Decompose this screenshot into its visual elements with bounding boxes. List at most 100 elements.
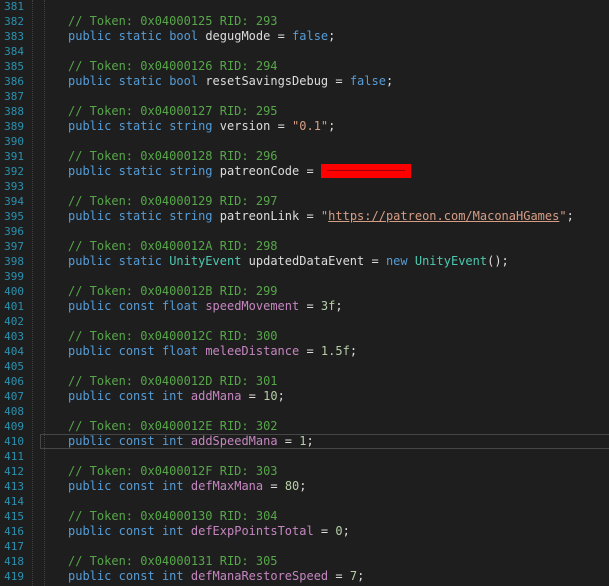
code-line[interactable]: 402: [0, 314, 609, 329]
code-line[interactable]: 381: [0, 0, 609, 14]
code-line[interactable]: 391 // Token: 0x04000128 RID: 296: [0, 149, 609, 164]
code-token: 7: [349, 569, 358, 583]
code-line[interactable]: 388 // Token: 0x04000127 RID: 295: [0, 104, 609, 119]
code-text[interactable]: public const int addMana = 10;: [68, 389, 285, 404]
code-text[interactable]: // Token: 0x04000126 RID: 294: [68, 59, 278, 74]
code-token: static: [118, 119, 162, 133]
code-line[interactable]: 418 // Token: 0x04000131 RID: 305: [0, 554, 609, 569]
code-text[interactable]: public const int defExpPointsTotal = 0;: [68, 524, 350, 539]
code-text[interactable]: // Token: 0x04000127 RID: 295: [68, 104, 278, 119]
code-text[interactable]: // Token: 0x0400012B RID: 299: [68, 284, 278, 299]
code-text[interactable]: // Token: 0x0400012C RID: 300: [68, 329, 278, 344]
code-text[interactable]: // Token: 0x04000129 RID: 297: [68, 194, 278, 209]
code-token: static: [118, 164, 162, 178]
code-line[interactable]: 408: [0, 404, 609, 419]
line-number: 415: [4, 510, 24, 523]
code-line[interactable]: 386 public static bool resetSavingsDebug …: [0, 74, 609, 89]
line-number: 400: [4, 285, 24, 298]
line-number: 402: [4, 315, 24, 328]
code-line[interactable]: 399: [0, 269, 609, 284]
line-number: 408: [4, 405, 24, 418]
code-text[interactable]: public const float meleeDistance = 1.5f;: [68, 344, 357, 359]
code-line[interactable]: 413 public const int defMaxMana = 80;: [0, 479, 609, 494]
code-editor[interactable]: 381 382 // Token: 0x04000125 RID: 293 383 pu…: [0, 0, 609, 586]
code-text[interactable]: // Token: 0x0400012F RID: 303: [68, 464, 278, 479]
code-text[interactable]: // Token: 0x04000128 RID: 296: [68, 149, 278, 164]
code-line[interactable]: 416 public const int defExpPointsTotal = …: [0, 524, 609, 539]
code-line[interactable]: 395 public static string patreonLink = "h…: [0, 209, 609, 224]
code-line[interactable]: 414: [0, 494, 609, 509]
code-text[interactable]: public static string patreonLink = "http…: [68, 209, 574, 224]
code-token: version =: [212, 119, 293, 133]
code-token: int: [161, 434, 184, 448]
code-text[interactable]: // Token: 0x0400012D RID: 301: [68, 374, 278, 389]
code-line[interactable]: 392 public static string patreonCode =: [0, 164, 609, 179]
code-text[interactable]: // Token: 0x04000125 RID: 293: [68, 14, 278, 29]
code-token: 3f: [320, 299, 336, 313]
line-number: 381: [4, 0, 24, 13]
code-line[interactable]: 407 public const int addMana = 10;: [0, 389, 609, 404]
code-line[interactable]: 405: [0, 359, 609, 374]
code-text[interactable]: // Token: 0x04000130 RID: 304: [68, 509, 278, 524]
code-line[interactable]: 384: [0, 44, 609, 59]
code-comment: // Token: 0x0400012D RID: 301: [68, 374, 278, 388]
code-line[interactable]: 387: [0, 89, 609, 104]
code-line[interactable]: 404 public const float meleeDistance = 1.…: [0, 344, 609, 359]
url-link[interactable]: https://patreon.com/MaconaHGames: [328, 209, 559, 223]
code-text[interactable]: public const float speedMovement = 3f;: [68, 299, 343, 314]
code-line[interactable]: 397 // Token: 0x0400012A RID: 298: [0, 239, 609, 254]
line-number: 385: [4, 60, 24, 73]
code-token: public: [68, 479, 112, 493]
code-line[interactable]: 390: [0, 134, 609, 149]
code-text[interactable]: public static bool degugMode = false;: [68, 29, 335, 44]
code-line[interactable]: 411: [0, 449, 609, 464]
code-token: public: [68, 29, 112, 43]
code-token: UnityEvent: [169, 254, 242, 268]
code-text[interactable]: // Token: 0x04000131 RID: 305: [68, 554, 278, 569]
code-line[interactable]: 396: [0, 224, 609, 239]
code-text[interactable]: // Token: 0x0400012E RID: 302: [68, 419, 278, 434]
code-token: float: [161, 344, 199, 358]
code-text[interactable]: public static string version = "0.1";: [68, 119, 335, 134]
line-number: 388: [4, 105, 24, 118]
code-token: =: [328, 569, 350, 583]
code-text[interactable]: public static string patreonCode =: [68, 164, 411, 179]
code-token: public: [68, 524, 112, 538]
code-text[interactable]: public static UnityEvent updatedDataEven…: [68, 254, 509, 269]
code-text[interactable]: public const int defMaxMana = 80;: [68, 479, 307, 494]
line-number: 391: [4, 150, 24, 163]
code-line[interactable]: 412 // Token: 0x0400012F RID: 303: [0, 464, 609, 479]
code-line[interactable]: 400 // Token: 0x0400012B RID: 299: [0, 284, 609, 299]
code-text[interactable]: // Token: 0x0400012A RID: 298: [68, 239, 278, 254]
code-line[interactable]: 415 // Token: 0x04000130 RID: 304: [0, 509, 609, 524]
code-line[interactable]: 406 // Token: 0x0400012D RID: 301: [0, 374, 609, 389]
code-token: =: [277, 434, 300, 448]
code-line[interactable]: 394 // Token: 0x04000129 RID: 297: [0, 194, 609, 209]
code-token: ": [559, 209, 567, 223]
code-line[interactable]: 410 public const int addSpeedMana = 1;: [0, 434, 609, 449]
code-line[interactable]: 419 public const int defManaRestoreSpeed …: [0, 569, 609, 584]
code-line[interactable]: 385 // Token: 0x04000126 RID: 294: [0, 59, 609, 74]
code-token: ;: [385, 74, 394, 88]
code-token: 80: [284, 479, 300, 493]
code-line[interactable]: 409 // Token: 0x0400012E RID: 302: [0, 419, 609, 434]
code-line[interactable]: 398 public static UnityEvent updatedDataE…: [0, 254, 609, 269]
code-line[interactable]: 417: [0, 539, 609, 554]
code-line[interactable]: 389 public static string version = "0.1";: [0, 119, 609, 134]
line-number: 419: [4, 570, 24, 583]
code-token: UnityEvent: [414, 254, 488, 268]
code-text[interactable]: public const int defManaRestoreSpeed = 7…: [68, 569, 364, 584]
code-text[interactable]: public static bool resetSavingsDebug = f…: [68, 74, 393, 89]
code-line[interactable]: 382 // Token: 0x04000125 RID: 293: [0, 14, 609, 29]
code-line[interactable]: 403 // Token: 0x0400012C RID: 300: [0, 329, 609, 344]
code-text[interactable]: public const int addSpeedMana = 1;: [68, 434, 314, 449]
code-token: int: [161, 389, 184, 403]
line-number: 392: [4, 165, 24, 178]
code-line[interactable]: 393: [0, 179, 609, 194]
code-line[interactable]: 401 public const float speedMovement = 3f…: [0, 299, 609, 314]
code-line[interactable]: 383 public static bool degugMode = false;: [0, 29, 609, 44]
